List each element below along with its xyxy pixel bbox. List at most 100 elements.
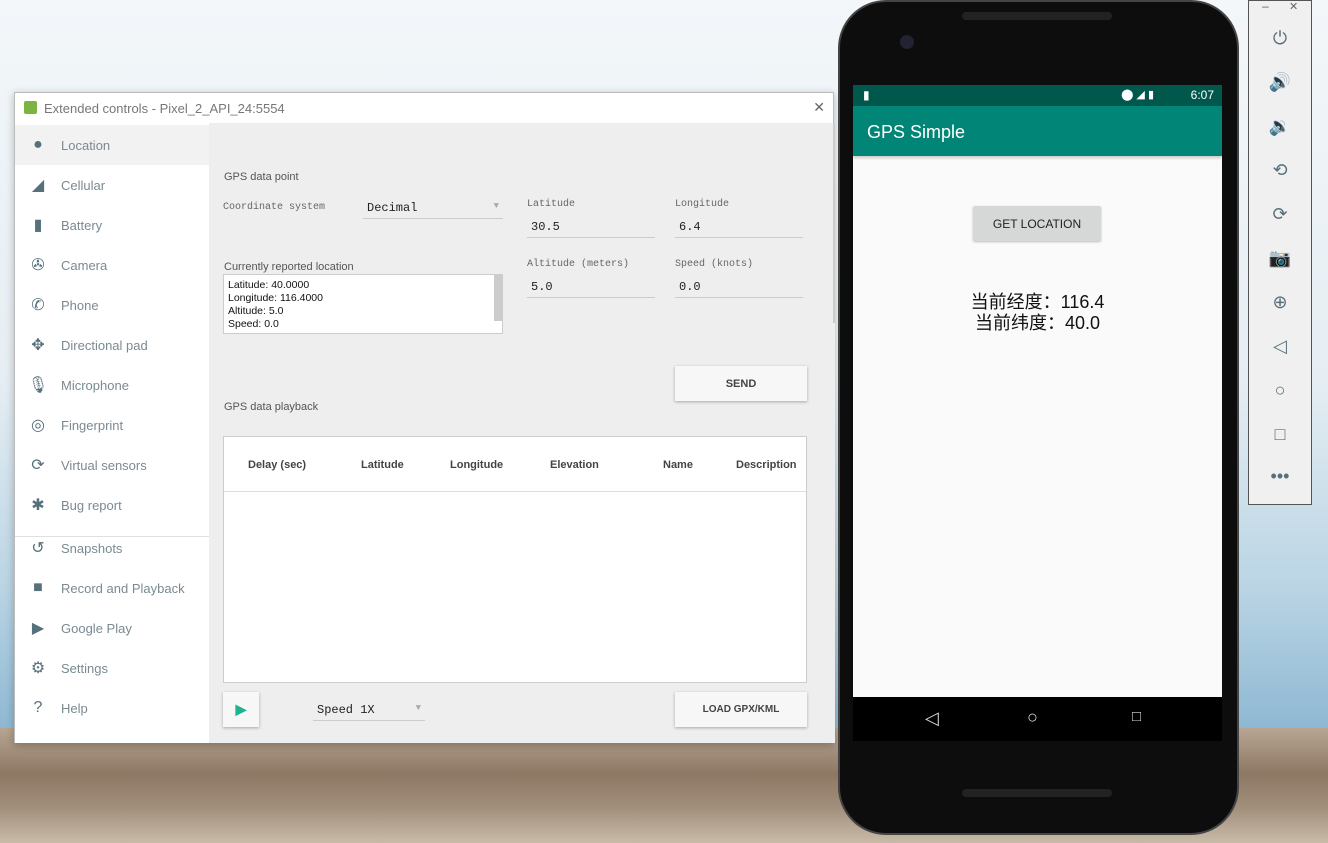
emulator-icon bbox=[24, 101, 37, 114]
camera-icon: ✇ bbox=[31, 257, 45, 274]
sidebar-item-battery[interactable]: ▮ Battery bbox=[15, 205, 209, 245]
gps-playback-heading: GPS data playback bbox=[224, 401, 319, 413]
reported-location-label: Currently reported location bbox=[224, 261, 354, 273]
bottom-speaker bbox=[962, 789, 1112, 797]
recents-icon[interactable]: □ bbox=[1132, 708, 1141, 725]
phone-screen: ▮ ⬤ ◢ ▮ 6:07 GPS Simple GET LOCATION 当前经… bbox=[853, 85, 1222, 697]
longitude-input[interactable]: 6.4 bbox=[675, 217, 803, 238]
home-icon[interactable]: ○ bbox=[1027, 707, 1038, 728]
speaker-grille bbox=[962, 12, 1112, 20]
send-button[interactable]: SEND bbox=[675, 366, 807, 401]
sidebar-item-cellular[interactable]: ◢ Cellular bbox=[15, 165, 209, 205]
reported-altitude: Altitude: 5.0 bbox=[228, 305, 284, 317]
reported-latitude: Latitude: 40.0000 bbox=[228, 279, 310, 291]
table-header: Delay (sec) Latitude Longitude Elevation… bbox=[224, 437, 806, 492]
sidebar-item-label: Cellular bbox=[61, 177, 106, 193]
status-bar: ▮ ⬤ ◢ ▮ 6:07 bbox=[853, 85, 1222, 106]
sidebar-item-camera[interactable]: ✇ Camera bbox=[15, 245, 209, 285]
fingerprint-icon: ◎ bbox=[31, 417, 45, 434]
reported-speed: Speed: 0.0 bbox=[228, 318, 279, 330]
back-icon[interactable]: ◁ bbox=[1249, 336, 1311, 357]
more-icon[interactable]: ••• bbox=[1249, 466, 1311, 487]
clock: 6:07 bbox=[1190, 88, 1214, 102]
home-icon[interactable]: ○ bbox=[1249, 380, 1311, 401]
play-button[interactable]: ▶ bbox=[223, 692, 259, 727]
directional-pad-icon: ✥ bbox=[31, 337, 45, 354]
column-name[interactable]: Name bbox=[663, 459, 693, 471]
column-latitude[interactable]: Latitude bbox=[361, 459, 404, 471]
load-gpx-kml-button[interactable]: LOAD GPX/KML bbox=[675, 692, 807, 727]
scrollbar[interactable] bbox=[833, 123, 835, 323]
camera-icon[interactable]: 📷 bbox=[1249, 248, 1311, 269]
help-icon: ? bbox=[33, 699, 43, 716]
extended-controls-window: Extended controls - Pixel_2_API_24:5554 … bbox=[14, 92, 835, 743]
zoom-icon[interactable]: ⊕ bbox=[1249, 292, 1311, 313]
close-button[interactable]: ✕ bbox=[1289, 0, 1298, 13]
volume-down-icon[interactable]: 🔉 bbox=[1249, 116, 1311, 137]
sd-card-icon: ▮ bbox=[863, 88, 870, 102]
app-title: GPS Simple bbox=[867, 122, 966, 142]
sidebar-item-label: Phone bbox=[61, 297, 99, 313]
sidebar-item-snapshots[interactable]: ↺ Snapshots bbox=[15, 528, 209, 568]
coordinate-system-label: Coordinate system bbox=[223, 202, 326, 213]
sidebar-item-label: Battery bbox=[61, 217, 103, 233]
sidebar-item-label: Location bbox=[61, 137, 111, 153]
sidebar-item-label: Google Play bbox=[61, 620, 132, 636]
rotate-left-icon[interactable]: ⟲ bbox=[1249, 160, 1311, 181]
column-elevation[interactable]: Elevation bbox=[550, 459, 599, 471]
column-delay[interactable]: Delay (sec) bbox=[248, 459, 306, 471]
location-icon: ⬤ ◢ ▮ bbox=[1121, 89, 1154, 101]
sidebar-item-label: Settings bbox=[61, 660, 108, 676]
sidebar-item-label: Snapshots bbox=[61, 540, 123, 556]
emulator-toolbar: – ✕ ⏻ 🔊 🔉 ⟲ ⟳ 📷 ⊕ ◁ ○ □ ••• bbox=[1248, 0, 1312, 505]
gps-data-point-heading: GPS data point bbox=[224, 171, 299, 183]
sidebar-item-label: Camera bbox=[61, 257, 108, 273]
rotate-right-icon[interactable]: ⟳ bbox=[1249, 204, 1311, 225]
column-description[interactable]: Description bbox=[736, 459, 797, 471]
sidebar-item-directional-pad[interactable]: ✥ Directional pad bbox=[15, 325, 209, 365]
phone-icon: ✆ bbox=[31, 297, 45, 314]
sidebar: ● Location ◢ Cellular ▮ Battery ✇ Camera ✆ Phone ✥… bbox=[15, 123, 209, 743]
playback-speed-select[interactable]: Speed 1X ▼ bbox=[313, 700, 425, 721]
sidebar-item-label: Record and Playback bbox=[61, 580, 185, 596]
get-location-button[interactable]: GET LOCATION bbox=[973, 206, 1101, 241]
speed-label: Speed (knots) bbox=[675, 259, 754, 270]
latitude-input[interactable]: 30.5 bbox=[527, 217, 655, 238]
volume-up-icon[interactable]: 🔊 bbox=[1249, 72, 1311, 93]
reported-location-box[interactable]: Latitude: 40.0000 Longitude: 116.4000 Al… bbox=[223, 274, 503, 334]
sidebar-item-record-and-playback[interactable]: ■ Record and Playback bbox=[15, 568, 209, 608]
sidebar-item-google-play[interactable]: ▶ Google Play bbox=[15, 608, 209, 648]
sidebar-item-label: Directional pad bbox=[61, 337, 148, 353]
column-longitude[interactable]: Longitude bbox=[450, 459, 503, 471]
scrollbar[interactable] bbox=[494, 275, 502, 321]
virtual-sensors-icon: ⟳ bbox=[31, 457, 45, 474]
sidebar-item-location[interactable]: ● Location bbox=[15, 125, 209, 165]
sidebar-item-bug-report[interactable]: ✱ Bug report bbox=[15, 485, 209, 525]
sidebar-item-microphone[interactable]: 🎙 Microphone bbox=[15, 365, 209, 405]
sidebar-item-phone[interactable]: ✆ Phone bbox=[15, 285, 209, 325]
cellular-icon: ◢ bbox=[31, 177, 45, 194]
power-icon[interactable]: ⏻ bbox=[1249, 28, 1311, 49]
sidebar-item-fingerprint[interactable]: ◎ Fingerprint bbox=[15, 405, 209, 445]
playback-speed-value: Speed 1X bbox=[317, 703, 375, 717]
location-icon: ● bbox=[33, 136, 43, 153]
sidebar-item-virtual-sensors[interactable]: ⟳ Virtual sensors bbox=[15, 445, 209, 485]
sidebar-item-label: Virtual sensors bbox=[61, 457, 147, 473]
altitude-input[interactable]: 5.0 bbox=[527, 277, 655, 298]
speed-input[interactable]: 0.0 bbox=[675, 277, 803, 298]
playback-table: Delay (sec) Latitude Longitude Elevation… bbox=[223, 436, 807, 683]
sidebar-item-settings[interactable]: ⚙ Settings bbox=[15, 648, 209, 688]
back-icon[interactable]: ◁ bbox=[925, 708, 939, 729]
app-bar: GPS Simple bbox=[853, 106, 1222, 156]
window-title: Extended controls - Pixel_2_API_24:5554 bbox=[44, 101, 285, 116]
reported-longitude: Longitude: 116.4000 bbox=[228, 292, 323, 304]
sidebar-item-help[interactable]: ? Help bbox=[15, 688, 209, 728]
coordinate-system-value: Decimal bbox=[367, 201, 418, 215]
overview-icon[interactable]: □ bbox=[1249, 424, 1311, 445]
chevron-down-icon: ▼ bbox=[493, 201, 499, 211]
coordinate-system-select[interactable]: Decimal ▼ bbox=[363, 198, 503, 219]
close-button[interactable]: ✕ bbox=[813, 99, 825, 116]
snapshots-icon: ↺ bbox=[31, 540, 45, 557]
nav-bar: ◁ ○ □ bbox=[853, 697, 1222, 741]
minimize-button[interactable]: – bbox=[1262, 0, 1269, 13]
